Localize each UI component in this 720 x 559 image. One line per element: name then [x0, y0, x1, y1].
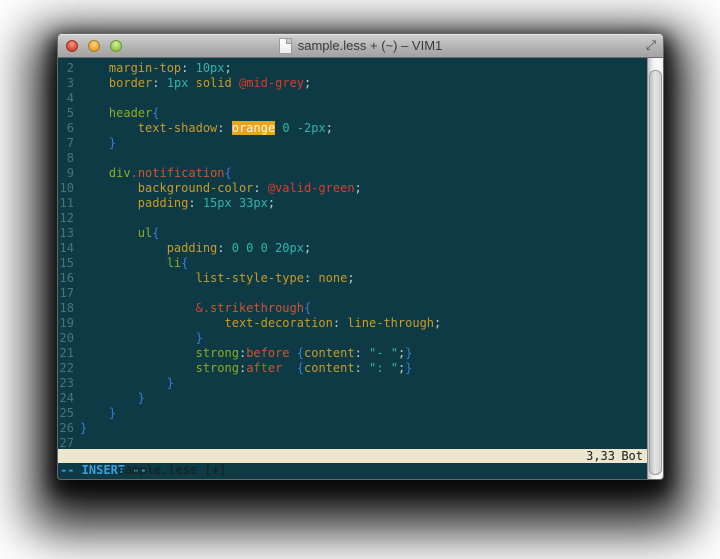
- traffic-lights: [66, 34, 122, 57]
- line-text: }: [80, 331, 647, 346]
- line-number: 10: [58, 181, 80, 196]
- code-line[interactable]: 19 text-decoration: line-through;: [58, 316, 647, 331]
- line-number: 11: [58, 196, 80, 211]
- line-number: 15: [58, 256, 80, 271]
- line-text: text-shadow: orange 0 -2px;: [80, 121, 647, 136]
- code-line[interactable]: 26}: [58, 421, 647, 436]
- line-text: padding: 0 0 0 20px;: [80, 241, 647, 256]
- line-number: 23: [58, 376, 80, 391]
- code-line[interactable]: 4: [58, 91, 647, 106]
- minimize-button[interactable]: [88, 40, 100, 52]
- line-text: &.strikethrough{: [80, 301, 647, 316]
- code-line[interactable]: 17: [58, 286, 647, 301]
- window-title: sample.less + (~) – VIM1: [298, 38, 443, 53]
- line-text: list-style-type: none;: [80, 271, 647, 286]
- line-text: [80, 211, 647, 226]
- line-number: 24: [58, 391, 80, 406]
- code-line[interactable]: 15 li{: [58, 256, 647, 271]
- line-number: 21: [58, 346, 80, 361]
- line-number: 7: [58, 136, 80, 151]
- code-line[interactable]: 24 }: [58, 391, 647, 406]
- line-number: 2: [58, 61, 80, 76]
- code-line[interactable]: 11 padding: 15px 33px;: [58, 196, 647, 211]
- code-line[interactable]: 27: [58, 436, 647, 449]
- code-line[interactable]: 13 ul{: [58, 226, 647, 241]
- status-scroll-position: Bot: [621, 449, 643, 463]
- line-text: ul{: [80, 226, 647, 241]
- titlebar[interactable]: sample.less + (~) – VIM1 ⤢: [58, 34, 663, 58]
- line-text: }: [80, 391, 647, 406]
- zoom-button[interactable]: [110, 40, 122, 52]
- line-number: 12: [58, 211, 80, 226]
- line-number: 22: [58, 361, 80, 376]
- line-text: div.notification{: [80, 166, 647, 181]
- status-ruler: 3,33: [586, 449, 615, 463]
- code-line[interactable]: 18 &.strikethrough{: [58, 301, 647, 316]
- line-number: 26: [58, 421, 80, 436]
- status-bar: sample.less [+] 3,33 Bot: [58, 449, 647, 463]
- line-number: 9: [58, 166, 80, 181]
- line-text: [80, 91, 647, 106]
- line-number: 27: [58, 436, 80, 449]
- title-group: sample.less + (~) – VIM1: [279, 38, 443, 54]
- code-line[interactable]: 21 strong:before {content: "- ";}: [58, 346, 647, 361]
- line-text: strong:after {content: ": ";}: [80, 361, 647, 376]
- line-text: margin-top: 10px;: [80, 61, 647, 76]
- line-number: 16: [58, 271, 80, 286]
- line-number: 3: [58, 76, 80, 91]
- code-line[interactable]: 10 background-color: @valid-green;: [58, 181, 647, 196]
- line-text: [80, 436, 647, 449]
- vim-window: sample.less + (~) – VIM1 ⤢ 2 margin-top:…: [57, 33, 664, 480]
- line-text: }: [80, 406, 647, 421]
- line-number: 4: [58, 91, 80, 106]
- line-number: 25: [58, 406, 80, 421]
- line-text: [80, 286, 647, 301]
- line-number: 18: [58, 301, 80, 316]
- scrollbar-thumb[interactable]: [649, 70, 662, 475]
- scrollbar[interactable]: [647, 58, 663, 479]
- line-number: 6: [58, 121, 80, 136]
- line-text: }: [80, 136, 647, 151]
- code-line[interactable]: 8: [58, 151, 647, 166]
- code-line[interactable]: 6 text-shadow: orange 0 -2px;: [58, 121, 647, 136]
- line-number: 20: [58, 331, 80, 346]
- code-line[interactable]: 9 div.notification{: [58, 166, 647, 181]
- code-line[interactable]: 16 list-style-type: none;: [58, 271, 647, 286]
- line-text: header{: [80, 106, 647, 121]
- code-line[interactable]: 7 }: [58, 136, 647, 151]
- code-lines: 2 margin-top: 10px;3 border: 1px solid @…: [58, 61, 647, 449]
- code-area[interactable]: 2 margin-top: 10px;3 border: 1px solid @…: [58, 58, 647, 449]
- line-number: 17: [58, 286, 80, 301]
- line-text: li{: [80, 256, 647, 271]
- line-text: [80, 151, 647, 166]
- fullscreen-icon[interactable]: ⤢: [646, 39, 656, 52]
- window-content: 2 margin-top: 10px;3 border: 1px solid @…: [58, 58, 663, 479]
- close-button[interactable]: [66, 40, 78, 52]
- line-number: 8: [58, 151, 80, 166]
- line-number: 14: [58, 241, 80, 256]
- line-number: 5: [58, 106, 80, 121]
- status-file: sample.less [+]: [118, 463, 226, 477]
- code-line[interactable]: 22 strong:after {content: ": ";}: [58, 361, 647, 376]
- line-number: 13: [58, 226, 80, 241]
- code-line[interactable]: 20 }: [58, 331, 647, 346]
- editor-column: 2 margin-top: 10px;3 border: 1px solid @…: [58, 58, 647, 479]
- code-line[interactable]: 3 border: 1px solid @mid-grey;: [58, 76, 647, 91]
- line-text: text-decoration: line-through;: [80, 316, 647, 331]
- code-line[interactable]: 12: [58, 211, 647, 226]
- code-line[interactable]: 5 header{: [58, 106, 647, 121]
- line-text: }: [80, 421, 647, 436]
- line-text: border: 1px solid @mid-grey;: [80, 76, 647, 91]
- code-line[interactable]: 14 padding: 0 0 0 20px;: [58, 241, 647, 256]
- document-icon: [279, 38, 292, 54]
- line-text: strong:before {content: "- ";}: [80, 346, 647, 361]
- line-text: background-color: @valid-green;: [80, 181, 647, 196]
- line-text: }: [80, 376, 647, 391]
- code-line[interactable]: 23 }: [58, 376, 647, 391]
- code-line[interactable]: 2 margin-top: 10px;: [58, 61, 647, 76]
- code-line[interactable]: 25 }: [58, 406, 647, 421]
- line-text: padding: 15px 33px;: [80, 196, 647, 211]
- line-number: 19: [58, 316, 80, 331]
